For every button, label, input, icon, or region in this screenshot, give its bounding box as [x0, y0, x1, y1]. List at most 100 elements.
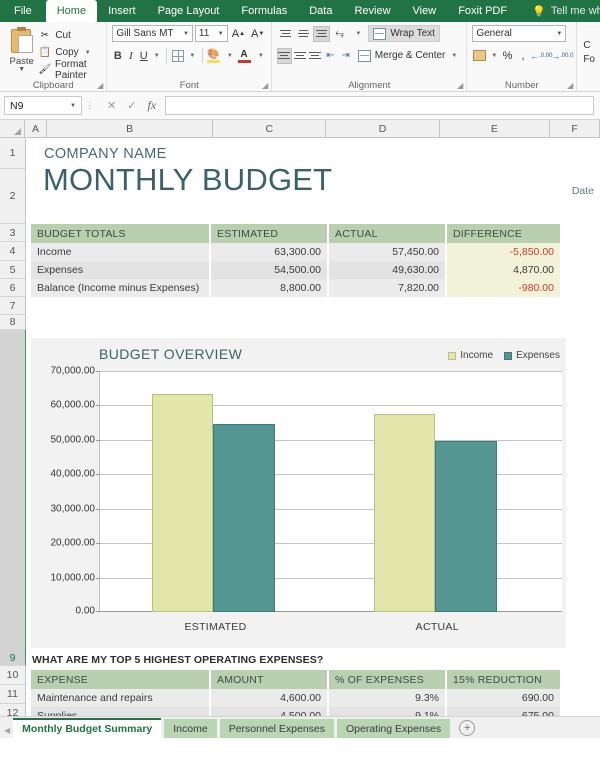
align-right-button[interactable]: [308, 48, 322, 64]
row-header-9[interactable]: 9: [0, 330, 27, 666]
borders-button[interactable]: [171, 47, 185, 64]
align-top-button[interactable]: [277, 26, 294, 42]
sheet-tab-personnel-expenses[interactable]: Personnel Expenses: [220, 719, 334, 738]
comma-style-button[interactable]: ,: [517, 47, 530, 64]
sheet-tab-monthly-budget-summary[interactable]: Monthly Budget Summary: [13, 718, 161, 738]
row-header-11[interactable]: 11: [0, 685, 25, 704]
align-center-button[interactable]: [293, 48, 307, 64]
column-header-a[interactable]: A: [25, 120, 47, 137]
bar-income-estimated[interactable]: [152, 394, 214, 612]
bar-expenses-estimated[interactable]: [213, 424, 275, 612]
column-header-d[interactable]: D: [326, 120, 439, 137]
fill-color-button[interactable]: 🎨: [206, 47, 222, 64]
bar-expenses-actual[interactable]: [435, 441, 497, 612]
ribbon-tab-insert[interactable]: Insert: [97, 0, 147, 22]
row-header-7[interactable]: 7: [0, 297, 25, 315]
orientation-button[interactable]: ⥆: [331, 26, 348, 42]
table-row[interactable]: Maintenance and repairs 4,600.00 9.3% 69…: [31, 689, 566, 707]
number-format-box[interactable]: General ▼: [472, 25, 566, 42]
decrease-font-size-button[interactable]: A▼: [249, 25, 266, 42]
decrease-decimal-button[interactable]: →.00.0: [553, 47, 571, 64]
number-dialog-launcher-icon[interactable]: ◢: [567, 81, 573, 90]
increase-font-size-button[interactable]: A▲: [230, 25, 247, 42]
align-middle-button[interactable]: [295, 26, 312, 42]
clipboard-dialog-launcher-icon[interactable]: ◢: [97, 81, 103, 90]
row-header-1[interactable]: 1: [0, 138, 25, 169]
increase-indent-button[interactable]: ⇥: [339, 48, 353, 64]
paste-caret-icon[interactable]: ▼: [18, 67, 25, 73]
ribbon-tab-view[interactable]: View: [402, 0, 448, 22]
row-header-6[interactable]: 6: [0, 279, 25, 297]
percent-style-button[interactable]: %: [501, 47, 514, 64]
previous-sheet-icon[interactable]: ◀: [4, 726, 10, 735]
select-all-corner[interactable]: [0, 120, 25, 137]
format-painter-button[interactable]: 🖌 Format Painter: [38, 62, 101, 77]
formula-input[interactable]: [165, 96, 594, 115]
add-sheet-button[interactable]: +: [459, 720, 475, 736]
wrap-text-button[interactable]: Wrap Text: [368, 25, 440, 42]
font-color-button[interactable]: A: [237, 47, 253, 64]
row-header-10[interactable]: 10: [0, 666, 25, 685]
sheet-nav-arrows[interactable]: ◀: [0, 726, 13, 738]
bold-button[interactable]: B: [112, 47, 123, 64]
column-header-b[interactable]: B: [47, 120, 213, 137]
italic-button[interactable]: I: [125, 47, 136, 64]
font-dialog-launcher-icon[interactable]: ◢: [262, 81, 268, 90]
ribbon-tab-foxit-pdf[interactable]: Foxit PDF: [447, 0, 518, 22]
column-header-e[interactable]: E: [440, 120, 550, 137]
cut-button[interactable]: ✂ Cut: [38, 28, 101, 43]
paste-button[interactable]: Paste ▼: [5, 25, 38, 73]
chevron-down-icon[interactable]: ▼: [70, 103, 76, 109]
formula-bar: N9 ▼ ⋮ ✕ ✓ fx: [0, 92, 600, 120]
decrease-indent-button[interactable]: ⇤: [323, 48, 337, 64]
table-row[interactable]: Income 63,300.00 57,450.00 -5,850.00: [31, 243, 566, 261]
ribbon-tab-home[interactable]: Home: [46, 0, 97, 22]
ribbon-tab-review[interactable]: Review: [343, 0, 401, 22]
tell-me-box[interactable]: 💡 Tell me what you want to do: [518, 0, 600, 22]
name-box[interactable]: N9 ▼: [4, 96, 82, 115]
alignment-dialog-launcher-icon[interactable]: ◢: [457, 81, 463, 90]
accounting-format-button[interactable]: [472, 47, 487, 64]
cancel-formula-icon[interactable]: ✕: [107, 99, 116, 112]
insert-function-icon[interactable]: fx: [147, 98, 156, 113]
align-bottom-button[interactable]: [313, 26, 330, 42]
row-header-8[interactable]: 8: [0, 315, 25, 330]
align-left-button[interactable]: [277, 48, 291, 64]
sheet-tab-income[interactable]: Income: [164, 719, 216, 738]
fill-color-caret-icon[interactable]: ▼: [224, 47, 235, 64]
font-size-box[interactable]: 11 ▼: [195, 25, 228, 42]
font-color-caret-icon[interactable]: ▼: [255, 47, 266, 64]
row-header-5[interactable]: 5: [0, 261, 25, 279]
orientation-caret-icon[interactable]: ▼: [349, 25, 367, 42]
bar-income-actual[interactable]: [374, 414, 436, 612]
row-header-4[interactable]: 4: [0, 242, 25, 261]
increase-decimal-button[interactable]: ←.0.00: [532, 47, 550, 64]
ribbon-tab-data[interactable]: Data: [298, 0, 343, 22]
row-header-2[interactable]: 2: [0, 169, 25, 224]
chevron-down-icon[interactable]: ▼: [178, 31, 189, 37]
column-header-f[interactable]: F: [550, 120, 600, 137]
underline-button[interactable]: U: [138, 47, 149, 64]
font-name-box[interactable]: Gill Sans MT ▼: [112, 25, 193, 42]
borders-caret-icon[interactable]: ▼: [187, 47, 198, 64]
column-header-c[interactable]: C: [213, 120, 326, 137]
chevron-down-icon[interactable]: ▼: [213, 31, 224, 37]
ribbon-tab-formulas[interactable]: Formulas: [230, 0, 298, 22]
accounting-caret-icon[interactable]: ▼: [490, 47, 498, 64]
table-row[interactable]: Balance (Income minus Expenses) 8,800.00…: [31, 279, 566, 297]
confirm-formula-icon[interactable]: ✓: [127, 99, 136, 112]
sheet-tab-operating-expenses[interactable]: Operating Expenses: [337, 719, 450, 738]
merge-caret-icon[interactable]: ▼: [451, 53, 457, 59]
copy-caret-icon[interactable]: ▼: [85, 50, 91, 56]
underline-caret-icon[interactable]: ▼: [151, 47, 162, 64]
ribbon-tab-page-layout[interactable]: Page Layout: [147, 0, 231, 22]
row-header-3[interactable]: 3: [0, 224, 25, 242]
legend-item-income[interactable]: Income: [448, 350, 493, 361]
budget-overview-chart[interactable]: BUDGET OVERVIEW Income Expenses 70,000.0…: [31, 338, 566, 648]
legend-item-expenses[interactable]: Expenses: [504, 350, 560, 361]
chevron-down-icon[interactable]: ▼: [556, 31, 562, 37]
merge-and-center-button[interactable]: Merge & Center ▼: [354, 47, 462, 64]
ribbon-tab-file[interactable]: File: [0, 0, 46, 22]
sheet-canvas[interactable]: COMPANY NAME MONTHLY BUDGET Date BUDGET …: [26, 138, 600, 738]
table-row[interactable]: Expenses 54,500.00 49,630.00 4,870.00: [31, 261, 566, 279]
